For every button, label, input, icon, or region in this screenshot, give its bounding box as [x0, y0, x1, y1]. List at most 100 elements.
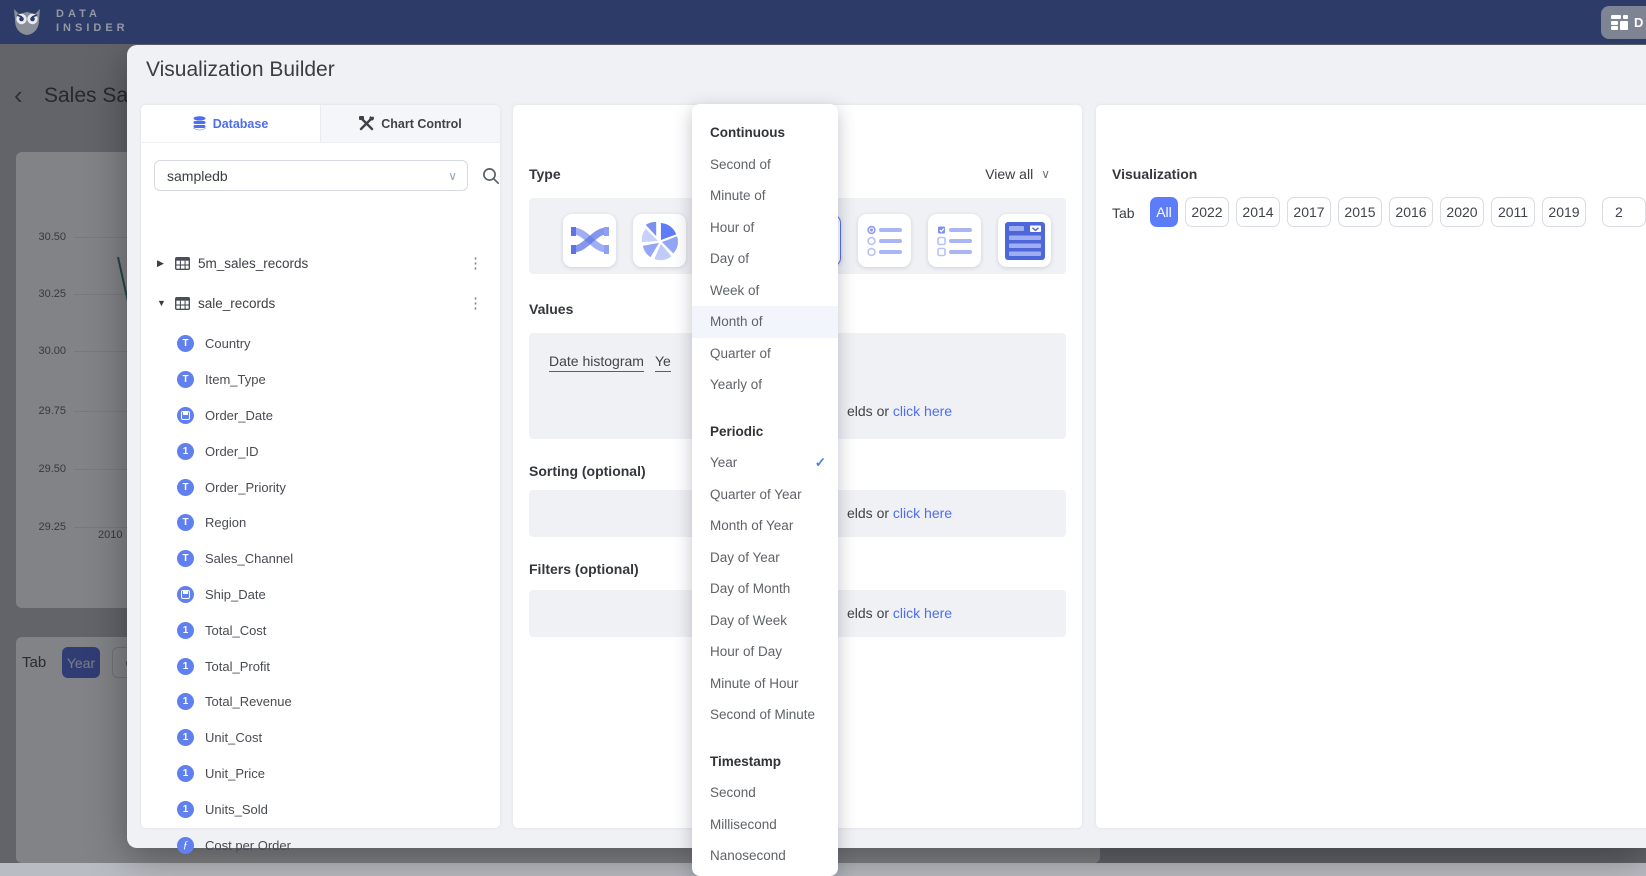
field-name: Cost per Order	[205, 838, 291, 853]
tab-database-label: Database	[213, 117, 269, 131]
dropdown-item[interactable]: Quarter of Year	[692, 479, 838, 511]
date-function-dropdown: Continuous Second of Minute of Hour of D…	[692, 104, 838, 876]
date-field-icon	[177, 586, 194, 603]
chart-type-table[interactable]	[998, 214, 1051, 267]
hint-fragment: elds or	[847, 505, 893, 521]
year-tab-all[interactable]: All	[1150, 197, 1178, 227]
date-histogram-link[interactable]: Date histogram	[549, 353, 644, 372]
dashboard-button[interactable]: D	[1601, 6, 1646, 39]
app-logo[interactable]: DATA INSIDER	[8, 2, 129, 40]
dropdown-section-header: Timestamp	[692, 746, 838, 778]
field-row[interactable]: TOrder_Priority	[141, 469, 500, 505]
click-here-link[interactable]: click here	[893, 605, 952, 621]
year-tab[interactable]: 2011	[1491, 197, 1535, 227]
database-select[interactable]: sampledb ∨	[154, 160, 468, 191]
tab-database[interactable]: Database	[141, 105, 320, 142]
checkbox-list-icon	[937, 225, 973, 257]
field-name: Country	[205, 336, 251, 351]
dropdown-item[interactable]: Second	[692, 777, 838, 809]
dropdown-item[interactable]: Quarter of	[692, 338, 838, 370]
tools-icon	[359, 116, 374, 131]
kebab-menu-icon[interactable]: ⋮	[468, 254, 483, 272]
field-name: Order_ID	[205, 444, 258, 459]
year-tab[interactable]: 2015	[1338, 197, 1382, 227]
hint-fragment: elds or	[847, 605, 893, 621]
year-tab-partial[interactable]: 2	[1602, 197, 1646, 227]
dropdown-item-hovered[interactable]: Month of	[692, 306, 838, 338]
dropdown-item[interactable]: Second of	[692, 149, 838, 181]
year-tab[interactable]: 2022	[1185, 197, 1229, 227]
chart-type-checkbox-list[interactable]	[928, 214, 981, 267]
tab-chart-control-label: Chart Control	[381, 117, 462, 131]
field-row[interactable]: Order_Date	[141, 398, 500, 434]
year-tab[interactable]: 2014	[1236, 197, 1280, 227]
dashboard-button-label: D	[1634, 15, 1643, 30]
logo-line2: INSIDER	[56, 21, 129, 35]
dropdown-item[interactable]: Hour of Day	[692, 636, 838, 668]
chart-type-pie[interactable]	[633, 214, 686, 267]
dropdown-item[interactable]: Nanosecond	[692, 840, 838, 872]
field-row[interactable]: 1Total_Profit	[141, 648, 500, 684]
field-name: Ship_Date	[205, 587, 266, 602]
field-row[interactable]: TCountry	[141, 326, 500, 362]
field-row[interactable]: Ship_Date	[141, 577, 500, 613]
field-row[interactable]: 1Units_Sold	[141, 791, 500, 827]
logo-line1: DATA	[56, 7, 129, 21]
top-navbar: DATA INSIDER D	[0, 0, 1646, 44]
visualization-heading: Visualization	[1112, 166, 1197, 182]
field-row[interactable]: TRegion	[141, 505, 500, 541]
kebab-menu-icon[interactable]: ⋮	[468, 294, 483, 312]
dropdown-item-selected[interactable]: Year ✓	[692, 447, 838, 479]
field-row[interactable]: 1Unit_Price	[141, 756, 500, 792]
dropdown-item[interactable]: Second of Minute	[692, 699, 838, 731]
dropdown-item[interactable]: Minute of	[692, 180, 838, 212]
dropdown-item[interactable]: Month of Year	[692, 510, 838, 542]
view-all-button[interactable]: View all ∨	[985, 166, 1050, 182]
field-row[interactable]: TSales_Channel	[141, 541, 500, 577]
field-row[interactable]: 1Total_Cost	[141, 612, 500, 648]
year-tab[interactable]: 2017	[1287, 197, 1331, 227]
dropdown-item[interactable]: Yearly of	[692, 369, 838, 401]
dropdown-item[interactable]: Millisecond	[692, 809, 838, 841]
text-field-icon: T	[177, 479, 194, 496]
table-row-sale-records[interactable]: ▼ sale_records ⋮	[141, 287, 500, 319]
click-here-link[interactable]: click here	[893, 505, 952, 521]
dropdown-item[interactable]: Week of	[692, 275, 838, 307]
field-row[interactable]: ƒ Cost per Order	[141, 827, 500, 863]
dropdown-item[interactable]: Day of Month	[692, 573, 838, 605]
sankey-chart-icon	[571, 225, 609, 257]
chart-type-radio-list[interactable]	[858, 214, 911, 267]
year-link[interactable]: Ye	[655, 353, 671, 372]
field-row[interactable]: TItem_Type	[141, 362, 500, 398]
tab-chart-control[interactable]: Chart Control	[320, 105, 500, 142]
table-row-5m-sales-records[interactable]: ▶ 5m_sales_records ⋮	[141, 247, 500, 279]
dropzone-hint: elds or click here	[847, 403, 952, 419]
dropdown-item[interactable]: Minute of Hour	[692, 668, 838, 700]
function-field-icon: ƒ	[177, 837, 194, 854]
number-field-icon: 1	[177, 729, 194, 746]
dropdown-item[interactable]: Day of	[692, 243, 838, 275]
year-tab[interactable]: 2019	[1542, 197, 1586, 227]
number-field-icon: 1	[177, 658, 194, 675]
tab-label: Tab	[1112, 205, 1135, 221]
expand-collapsed-icon[interactable]: ▶	[157, 258, 167, 269]
dropdown-section-header: Periodic	[692, 416, 838, 448]
field-name: Total_Cost	[205, 623, 266, 638]
field-row[interactable]: 1Total_Revenue	[141, 684, 500, 720]
field-row[interactable]: 1Order_ID	[141, 433, 500, 469]
click-here-link[interactable]: click here	[893, 403, 952, 419]
year-tab[interactable]: 2020	[1440, 197, 1484, 227]
dropdown-item[interactable]: Day of Year	[692, 542, 838, 574]
field-row[interactable]: 1Unit_Cost	[141, 720, 500, 756]
number-field-icon: 1	[177, 693, 194, 710]
field-name: Sales_Channel	[205, 551, 293, 566]
left-panel-tabs: Database Chart Control	[141, 105, 500, 143]
dropdown-item[interactable]: Hour of	[692, 212, 838, 244]
database-icon	[193, 116, 206, 131]
year-tab[interactable]: 2016	[1389, 197, 1433, 227]
dropdown-item[interactable]: Day of Week	[692, 605, 838, 637]
chart-type-sankey[interactable]	[563, 214, 616, 267]
database-select-value: sampledb	[167, 168, 228, 184]
search-icon[interactable]	[482, 167, 500, 185]
expand-expanded-icon[interactable]: ▼	[157, 298, 167, 308]
